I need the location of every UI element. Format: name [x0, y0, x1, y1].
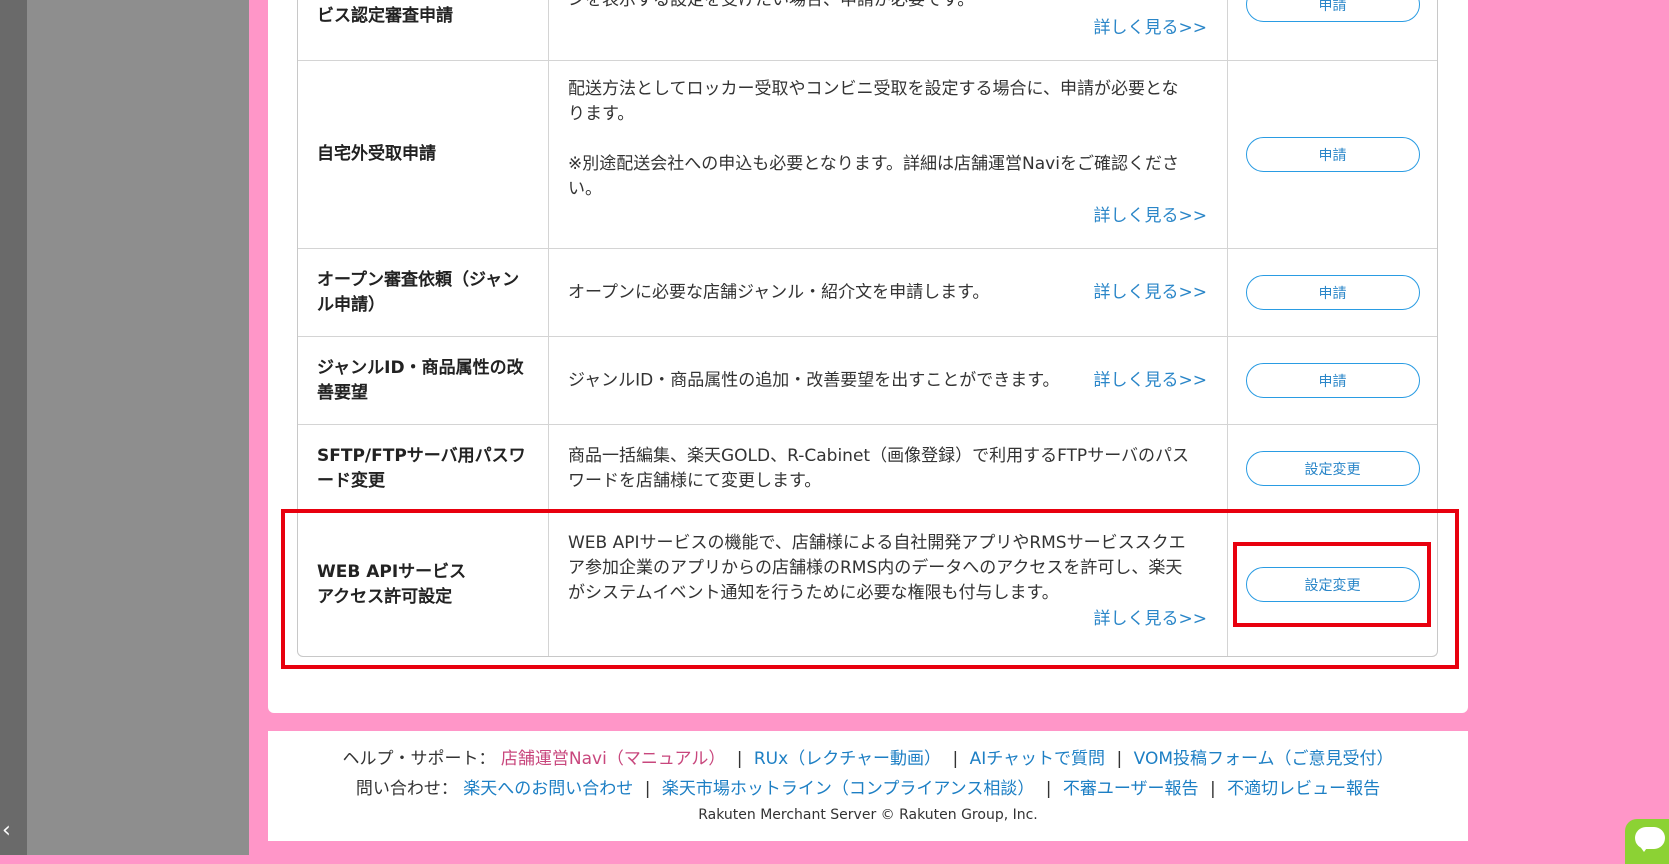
web-api-change-settings-button[interactable]: 設定変更	[1245, 567, 1420, 602]
row-title: ジャンルID・商品属性の改 善要望	[298, 337, 549, 424]
footer: ヘルプ・サポート： 店舗運営Navi（マニュアル） | RUx（レクチャー動画）…	[268, 731, 1468, 841]
settings-table: ビス認定審査申請 ンを表示する設定を受けたい場合、申請が必要です。 詳しく見る>…	[297, 0, 1438, 657]
rux-lecture-link[interactable]: RUx（レクチャー動画）	[754, 749, 941, 769]
row-title-line: ジャンルID・商品属性の改	[317, 357, 524, 378]
row-description: WEB APIサービスの機能で、店舗様による自社開発アプリやRMSサービススクエ…	[549, 513, 1228, 656]
row-title-line: アクセス許可設定	[317, 586, 453, 607]
separator: |	[1209, 779, 1216, 799]
chevron-left-icon[interactable]: ‹	[2, 820, 11, 842]
row-description: ジャンルID・商品属性の追加・改善要望を出すことができます。 詳しく見る>>	[549, 337, 1228, 424]
row-description-line: WEB APIサービスの機能で、店舗様による自社開発アプリやRMSサービススクエ	[568, 533, 1186, 553]
row-description: オープンに必要な店舗ジャンル・紹介文を申請します。 詳しく見る>>	[549, 249, 1228, 336]
separator: |	[1045, 779, 1052, 799]
vom-form-link[interactable]: VOM投稿フォーム（ご意見受付）	[1134, 749, 1394, 769]
chat-widget-button[interactable]	[1625, 819, 1669, 864]
row-title: 自宅外受取申請	[298, 61, 549, 248]
row-description-line: ります。	[568, 104, 635, 124]
row-description: 商品一括編集、楽天GOLD、R-Cabinet（画像登録）で利用するFTPサーバ…	[549, 425, 1228, 512]
row-title-line: WEB APIサービス	[317, 561, 467, 582]
row-title-line: 善要望	[317, 382, 368, 403]
see-more-link[interactable]: 詳しく見る>>	[1094, 607, 1208, 632]
separator: |	[644, 779, 651, 799]
row-description-line: 商品一括編集、楽天GOLD、R-Cabinet（画像登録）で利用するFTPサーバ…	[568, 445, 1190, 466]
see-more-link[interactable]: 詳しく見る>>	[1094, 280, 1208, 305]
row-action: 申請	[1228, 249, 1437, 336]
row-title-text: 自宅外受取申請	[317, 144, 436, 164]
help-support-line: ヘルプ・サポート： 店舗運営Navi（マニュアル） | RUx（レクチャー動画）…	[268, 744, 1468, 769]
sidebar-rail	[0, 0, 27, 855]
store-navi-manual-link[interactable]: 店舗運営Navi（マニュアル）	[501, 749, 725, 769]
row-description: 配送方法としてロッカー受取やコンビニ受取を設定する場合に、申請が必要とな ります…	[549, 61, 1228, 248]
separator: |	[736, 749, 743, 769]
suspicious-user-report-link[interactable]: 不審ユーザー報告	[1063, 779, 1199, 799]
main-content-panel: ビス認定審査申請 ンを表示する設定を受けたい場合、申請が必要です。 詳しく見る>…	[268, 0, 1468, 713]
row-title: ビス認定審査申請	[298, 0, 549, 60]
separator: |	[952, 749, 959, 769]
row-action: 設定変更	[1228, 513, 1437, 656]
inappropriate-review-report-link[interactable]: 不適切レビュー報告	[1227, 779, 1380, 799]
row-description-text: ジャンルID・商品属性の追加・改善要望を出すことができます。	[568, 370, 1060, 390]
see-more-link[interactable]: 詳しく見る>>	[1094, 204, 1208, 229]
row-description-line: ワードを店舗様にて変更します。	[568, 470, 822, 491]
row-description-line: 配送方法としてロッカー受取やコンビニ受取を設定する場合に、申請が必要とな	[568, 79, 1179, 99]
row-title: オープン審査依頼（ジャン ル申請）	[298, 249, 549, 336]
hotline-link[interactable]: 楽天市場ホットライン（コンプライアンス相談）	[662, 779, 1034, 799]
table-row: オープン審査依頼（ジャン ル申請） オープンに必要な店舗ジャンル・紹介文を申請し…	[298, 249, 1437, 337]
contact-label: 問い合わせ：	[355, 779, 458, 799]
apply-button[interactable]: 申請	[1245, 0, 1420, 22]
row-action: 申請	[1228, 0, 1437, 60]
table-row-web-api: WEB APIサービス アクセス許可設定 WEB APIサービスの機能で、店舗様…	[298, 513, 1437, 656]
row-title-line: SFTP/FTPサーバ用パスワ	[317, 445, 526, 466]
chat-bubble-tail	[1639, 845, 1649, 852]
row-description-line: ア参加企業のアプリからの店舗様のRMS内のデータへのアクセスを許可し、楽天	[568, 558, 1183, 578]
row-title: WEB APIサービス アクセス許可設定	[298, 513, 549, 656]
help-support-label: ヘルプ・サポート：	[342, 749, 496, 769]
row-action: 申請	[1228, 337, 1437, 424]
row-description-line: ※別途配送会社への申込も必要となります。詳細は店舗運営Naviをご確認くださ	[568, 154, 1179, 174]
apply-button[interactable]: 申請	[1245, 275, 1420, 310]
row-description-line: い。	[568, 179, 602, 199]
row-title-text: ビス認定審査申請	[317, 6, 453, 26]
table-row: SFTP/FTPサーバ用パスワ ード変更 商品一括編集、楽天GOLD、R-Cab…	[298, 425, 1437, 513]
row-title-line: ード変更	[317, 470, 385, 491]
table-row: ビス認定審査申請 ンを表示する設定を受けたい場合、申請が必要です。 詳しく見る>…	[298, 0, 1437, 61]
row-description-line	[568, 127, 1207, 152]
change-settings-button[interactable]: 設定変更	[1245, 451, 1420, 486]
table-row: ジャンルID・商品属性の改 善要望 ジャンルID・商品属性の追加・改善要望を出す…	[298, 337, 1437, 425]
table-row: 自宅外受取申請 配送方法としてロッカー受取やコンビニ受取を設定する場合に、申請が…	[298, 61, 1437, 249]
row-description-text: ンを表示する設定を受けたい場合、申請が必要です。	[568, 0, 975, 10]
sidebar-panel	[27, 0, 249, 855]
copyright: Rakuten Merchant Server © Rakuten Group,…	[698, 807, 1038, 823]
separator: |	[1116, 749, 1123, 769]
row-description-line: がシステムイベント通知を行うために必要な権限も付与します。	[568, 583, 1059, 603]
row-title-line: オープン審査依頼（ジャン	[317, 269, 520, 290]
row-title-line: ル申請）	[317, 294, 385, 315]
row-action: 設定変更	[1228, 425, 1437, 512]
apply-button[interactable]: 申請	[1245, 363, 1420, 398]
row-description-text: オープンに必要な店舗ジャンル・紹介文を申請します。	[568, 282, 990, 302]
row-title: SFTP/FTPサーバ用パスワ ード変更	[298, 425, 549, 512]
row-description: ンを表示する設定を受けたい場合、申請が必要です。 詳しく見る>>	[549, 0, 1228, 60]
see-more-link[interactable]: 詳しく見る>>	[1094, 368, 1208, 393]
ai-chat-link[interactable]: AIチャットで質問	[970, 749, 1105, 769]
row-action: 申請	[1228, 61, 1437, 248]
contact-rakuten-link[interactable]: 楽天へのお問い合わせ	[463, 779, 633, 799]
apply-button[interactable]: 申請	[1245, 137, 1420, 172]
see-more-link[interactable]: 詳しく見る>>	[1094, 16, 1208, 41]
contact-line: 問い合わせ： 楽天へのお問い合わせ | 楽天市場ホットライン（コンプライアンス相…	[268, 774, 1468, 799]
